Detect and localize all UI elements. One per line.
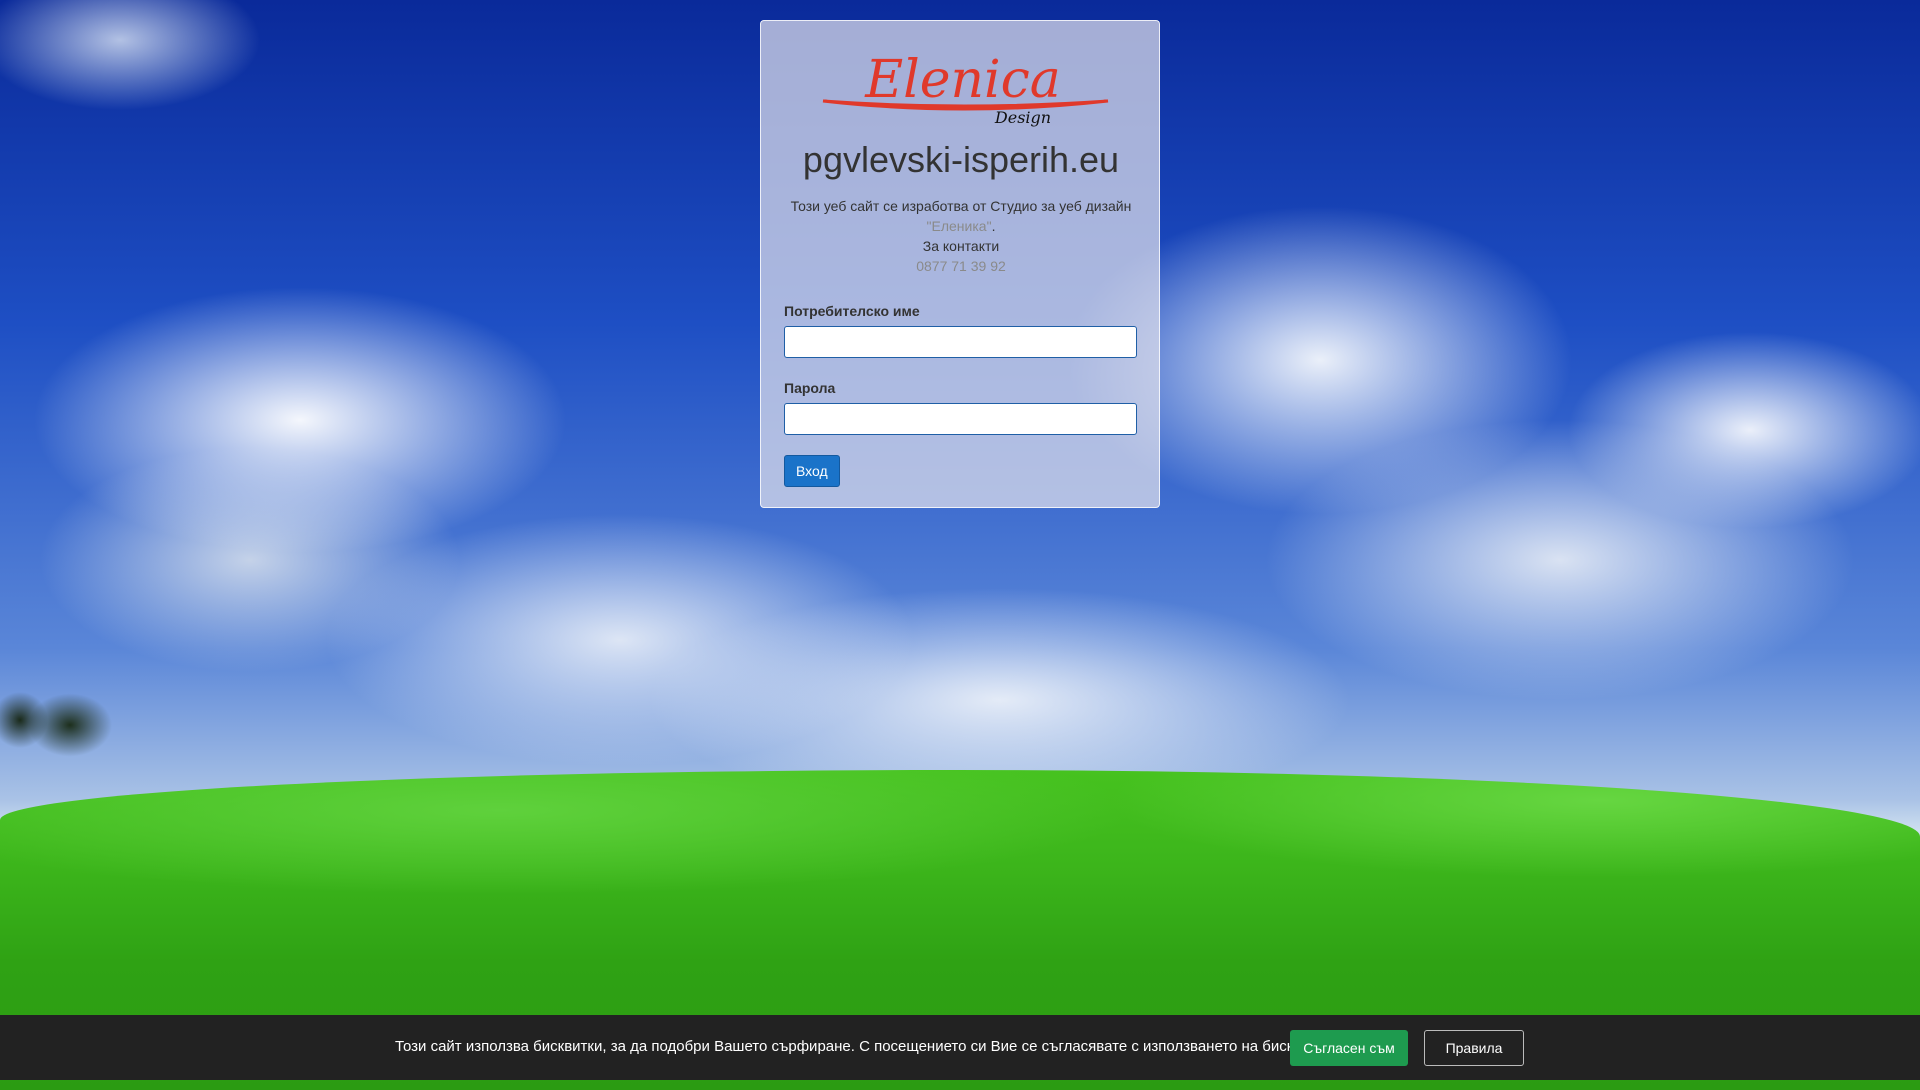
- cookie-text: Този сайт използва бисквитки, за да подо…: [395, 1038, 1336, 1055]
- logo-main-text: Elenica: [864, 50, 1061, 110]
- info-line: Този уеб сайт се изработва от Студио за …: [790, 198, 1132, 214]
- studio-suffix: .: [991, 218, 996, 234]
- studio-link[interactable]: "Еленика": [927, 218, 992, 234]
- elenica-logo: Elenica Design: [822, 50, 1109, 127]
- login-button[interactable]: Вход: [784, 455, 840, 487]
- site-info: Този уеб сайт се изработва от Студио за …: [761, 196, 1161, 276]
- cookie-agree-button[interactable]: Съгласен съм: [1290, 1030, 1408, 1066]
- studio-line: "Еленика".: [761, 216, 1161, 236]
- logo-sub-text: Design: [994, 108, 1051, 127]
- username-label: Потребителско име: [784, 303, 920, 319]
- cookie-bar: Този сайт използва бисквитки, за да подо…: [0, 1015, 1920, 1080]
- site-title: pgvlevski-isperih.eu: [802, 139, 1120, 180]
- contacts-label: За контакти: [922, 238, 1000, 254]
- login-form: Потребителско име Парола Вход: [784, 301, 1138, 487]
- contact-phone[interactable]: 0877 71 39 92: [761, 256, 1161, 276]
- login-panel: Elenica Design pgvlevski-isperih.eu Този…: [760, 20, 1160, 508]
- password-label: Парола: [784, 380, 836, 396]
- username-input[interactable]: [784, 326, 1137, 358]
- background-trees: [0, 670, 130, 770]
- password-input[interactable]: [784, 403, 1137, 435]
- cookie-rules-button[interactable]: Правила: [1424, 1030, 1524, 1066]
